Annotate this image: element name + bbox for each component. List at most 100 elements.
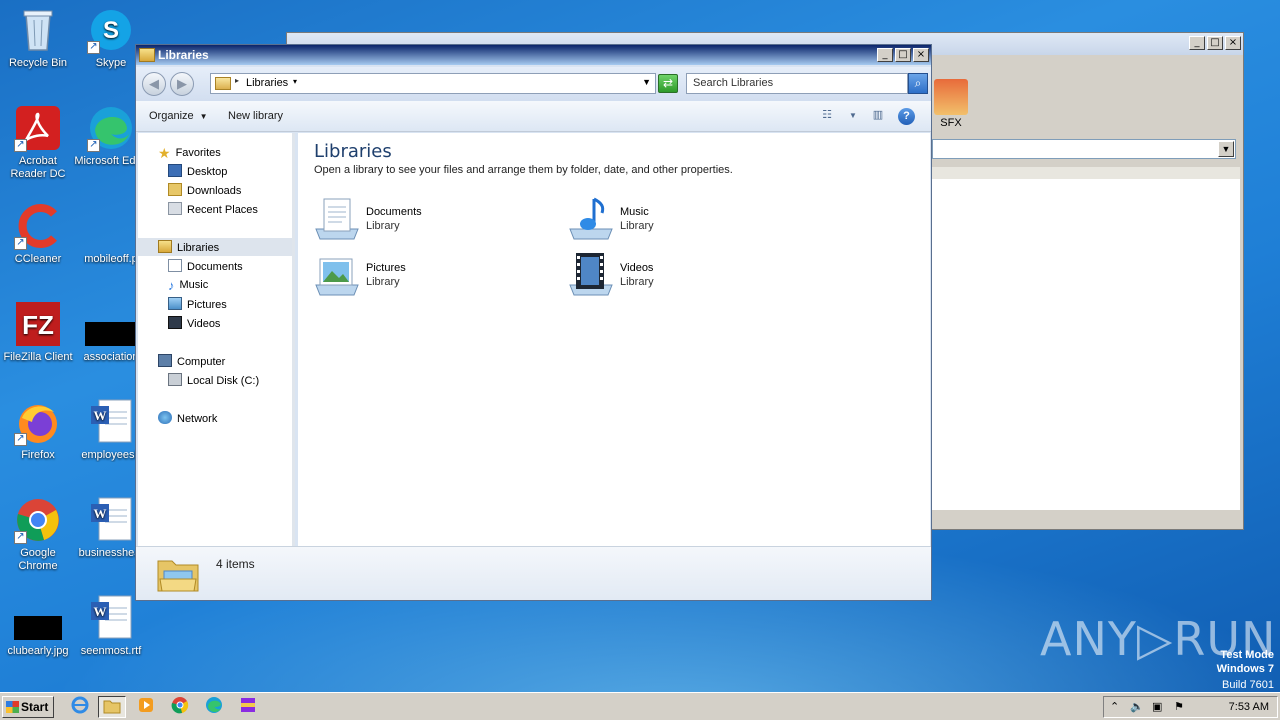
chevron-down-icon: ▼ (199, 112, 208, 121)
explorer-folder-icon (103, 700, 121, 714)
nav-label: Documents (187, 261, 243, 273)
preview-pane-icon[interactable]: ▥ (869, 108, 887, 124)
desktop-icon-label: Firefox (21, 449, 55, 461)
library-music[interactable]: Music Library (568, 195, 788, 245)
library-name: Pictures (366, 262, 406, 274)
desktop-icon-label: seenmost.rtf (80, 645, 142, 657)
libraries-folder-icon (156, 551, 200, 595)
file-icon (87, 202, 135, 250)
change-view-icon[interactable]: ☷ (818, 108, 836, 124)
minimize-button[interactable]: _ (1189, 36, 1205, 50)
nav-computer[interactable]: Computer (158, 354, 225, 368)
desktop-icon-label: FileZilla Client (3, 351, 73, 363)
desktop-icon-filezilla[interactable]: FZ FileZilla Client (0, 300, 76, 364)
library-name: Documents (366, 206, 422, 218)
chevron-down-icon[interactable]: ▾ (293, 77, 297, 86)
refresh-button[interactable]: ⇄ (658, 74, 678, 93)
nav-label: Libraries (177, 242, 220, 254)
desktop-icon (168, 164, 182, 177)
desktop-icon-firefox[interactable]: ↗ Firefox (0, 398, 76, 462)
firefox-icon: ↗ (14, 398, 62, 446)
volume-icon[interactable]: 🔈 (1130, 700, 1144, 713)
desktop-icon-clubearly[interactable]: clubearly.jpg (0, 594, 76, 658)
recycle-bin-icon (14, 6, 62, 54)
file-list[interactable] (932, 167, 1240, 510)
back-button[interactable]: ◀ (142, 72, 166, 96)
library-folder-icon (139, 48, 155, 62)
search-icon[interactable]: ⌕ (908, 73, 928, 94)
clock[interactable]: 7:53 AM (1229, 701, 1269, 713)
help-icon[interactable]: ? (898, 108, 915, 125)
breadcrumb-libraries[interactable]: Libraries (246, 77, 288, 89)
library-videos[interactable]: Videos Library (568, 251, 788, 301)
show-hidden-icons-icon[interactable]: ⌃ (1110, 700, 1119, 713)
library-pictures[interactable]: Pictures Library (314, 251, 534, 301)
search-input[interactable]: Search Libraries (686, 73, 908, 94)
view-options-dropdown[interactable]: ▼ (844, 111, 862, 127)
taskbar-internet-explorer[interactable] (66, 696, 94, 718)
star-icon: ★ (158, 145, 171, 161)
nav-videos[interactable]: Videos (168, 316, 220, 330)
taskbar-explorer[interactable] (98, 696, 126, 718)
svg-text:W: W (94, 408, 107, 423)
details-pane: 4 items (136, 546, 931, 600)
nav-local-disk[interactable]: Local Disk (C:) (168, 373, 259, 387)
action-center-flag-icon[interactable]: ⚑ (1174, 700, 1184, 713)
nav-network[interactable]: Network (158, 411, 217, 425)
new-library-button[interactable]: New library (228, 110, 283, 122)
nav-music[interactable]: ♪ Music (168, 278, 208, 293)
address-bar-area: ◀ ▶ ▸ Libraries ▾ ▼ ⇄ Search Libraries ⌕ (136, 67, 931, 101)
recent-places-icon (168, 202, 182, 215)
library-documents[interactable]: Documents Library (314, 195, 534, 245)
nav-label: Pictures (187, 299, 227, 311)
desktop-icon-ccleaner[interactable]: ↗ CCleaner (0, 202, 76, 266)
search-placeholder: Search Libraries (693, 77, 774, 89)
start-button[interactable]: Start (2, 696, 54, 718)
close-button[interactable]: × (913, 48, 929, 62)
sfx-toolbar-button[interactable]: SFX (931, 79, 971, 129)
nav-label: Downloads (187, 185, 242, 197)
desktop-icon-recycle-bin[interactable]: Recycle Bin (0, 6, 76, 70)
path-combo[interactable]: ▼ (932, 139, 1236, 159)
desktop-icon-label: Google Chrome (18, 547, 58, 572)
explorer-titlebar[interactable]: Libraries (136, 45, 931, 65)
explorer-window[interactable]: Libraries _ □ × ◀ ▶ ▸ Libraries ▾ ▼ ⇄ Se… (135, 44, 932, 601)
acrobat-icon: ↗ (14, 104, 62, 152)
maximize-button[interactable]: □ (1207, 36, 1223, 50)
hard-drive-icon (168, 373, 182, 386)
desktop-icon-seenmost[interactable]: W seenmost.rtf (73, 594, 149, 658)
chevron-down-icon[interactable]: ▼ (1218, 141, 1234, 157)
nav-downloads[interactable]: Downloads (168, 183, 241, 197)
maximize-button[interactable]: □ (895, 48, 911, 62)
nav-favorites[interactable]: ★ Favorites (158, 145, 221, 161)
window-title: Libraries (158, 48, 209, 62)
nav-label: Videos (187, 318, 221, 330)
nav-desktop[interactable]: Desktop (168, 164, 227, 178)
address-dropdown-icon[interactable]: ▼ (642, 77, 651, 87)
test-mode-text: Test Mode (1220, 649, 1274, 661)
content-pane[interactable]: Libraries Open a library to see your fil… (298, 133, 930, 546)
desktop-icon-acrobat[interactable]: ↗ Acrobat Reader DC (0, 104, 76, 181)
address-bar[interactable]: ▸ Libraries ▾ ▼ (210, 73, 656, 94)
nav-pictures[interactable]: Pictures (168, 297, 227, 311)
network-status-icon[interactable]: ▣ (1152, 700, 1162, 713)
close-button[interactable]: × (1225, 36, 1241, 50)
nav-documents[interactable]: Documents (168, 259, 243, 273)
nav-libraries[interactable]: Libraries (158, 240, 219, 254)
navigation-pane[interactable]: ★ Favorites Desktop Downloads Recent Plac… (138, 133, 295, 546)
taskbar-winrar[interactable] (234, 696, 262, 718)
organize-button[interactable]: Organize ▼ (149, 110, 208, 122)
forward-button[interactable]: ▶ (170, 72, 194, 96)
svg-text:W: W (94, 506, 107, 521)
image-file-icon (85, 300, 139, 348)
taskbar-chrome[interactable] (166, 696, 194, 718)
minimize-button[interactable]: _ (877, 48, 893, 62)
sfx-icon (934, 79, 968, 115)
chevron-right-icon[interactable]: ▸ (235, 76, 239, 85)
desktop-icon-chrome[interactable]: ↗ Google Chrome (0, 496, 76, 573)
taskbar-media-player[interactable] (132, 696, 160, 718)
nav-recent-places[interactable]: Recent Places (168, 202, 258, 216)
nav-label: Desktop (187, 166, 228, 178)
start-label: Start (21, 700, 49, 714)
taskbar-edge[interactable] (200, 696, 228, 718)
